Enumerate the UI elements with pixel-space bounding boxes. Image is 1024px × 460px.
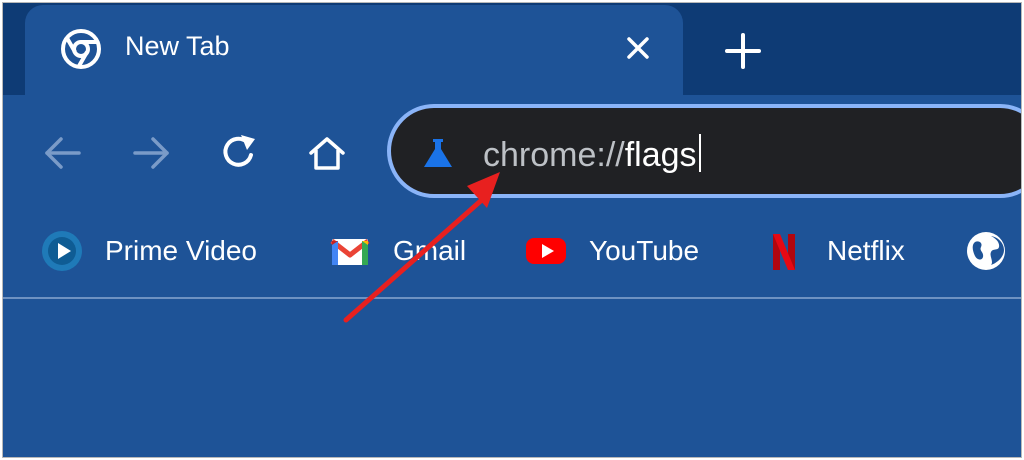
forward-arrow-icon[interactable] — [129, 131, 173, 175]
url-scheme: chrome:// — [483, 136, 625, 174]
bookmark-youtube[interactable]: YouTube — [525, 223, 699, 279]
netflix-icon — [773, 234, 795, 270]
toolbar-divider — [3, 297, 1021, 299]
url-path: flags — [624, 136, 697, 174]
prime-video-icon — [42, 231, 82, 271]
back-arrow-icon[interactable] — [41, 131, 85, 175]
youtube-icon — [526, 238, 566, 264]
tab-new-tab[interactable]: New Tab — [25, 5, 683, 97]
bookmark-prime-video[interactable]: Prime Video — [41, 223, 257, 279]
globe-icon — [967, 232, 1005, 270]
gmail-icon — [330, 239, 370, 265]
text-caret — [698, 134, 701, 172]
browser-window: New Tab chrome://flags Prime Video Gmail… — [2, 2, 1022, 458]
home-icon[interactable] — [305, 131, 349, 175]
bookmark-label: YouTube — [589, 235, 700, 266]
address-input[interactable]: chrome://flags — [483, 134, 701, 175]
bookmark-label: Prime Video — [105, 235, 258, 266]
bookmark-globe[interactable] — [965, 223, 1021, 279]
bookmark-label: Netflix — [827, 235, 905, 266]
bookmark-netflix[interactable]: Netflix — [763, 223, 905, 279]
close-icon[interactable] — [621, 31, 655, 65]
bookmark-gmail[interactable]: Gmail — [329, 223, 466, 279]
tab-title: New Tab — [125, 31, 230, 61]
bookmark-label: Gmail — [393, 235, 467, 266]
reload-icon[interactable] — [217, 131, 261, 175]
plus-icon[interactable] — [721, 29, 765, 73]
chrome-icon — [61, 29, 101, 69]
address-bar[interactable]: chrome://flags — [387, 104, 1021, 198]
flask-icon[interactable] — [421, 136, 455, 170]
bookmarks-bar: Prime Video Gmail YouTube Netflix — [3, 223, 1021, 279]
